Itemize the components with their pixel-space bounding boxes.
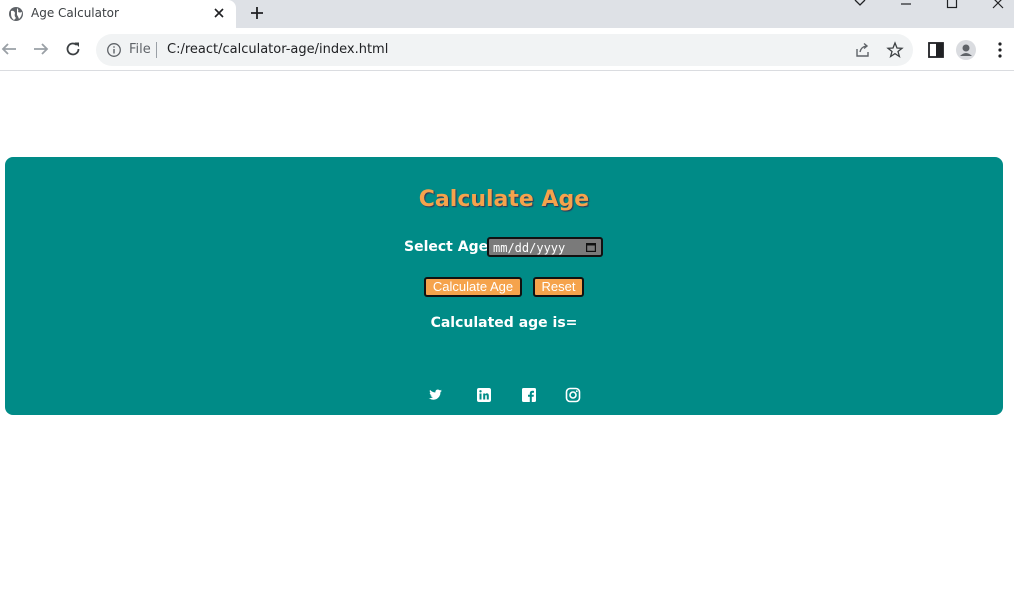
page-title: Calculate Age xyxy=(418,187,590,212)
tab-title: Age Calculator xyxy=(31,6,119,20)
back-icon[interactable] xyxy=(0,40,18,58)
info-icon[interactable] xyxy=(106,42,122,58)
date-placeholder: mm/dd/yyyy xyxy=(493,241,566,255)
address-url[interactable]: C:/react/calculator-age/index.html xyxy=(167,42,388,57)
instagram-icon[interactable] xyxy=(565,387,581,403)
close-tab-icon[interactable] xyxy=(210,4,228,22)
side-panel-icon[interactable] xyxy=(926,40,946,60)
globe-icon xyxy=(9,7,23,21)
maximize-icon[interactable] xyxy=(942,0,962,10)
browser-toolbar: File C:/react/calculator-age/index.html xyxy=(0,28,1014,71)
date-input[interactable]: mm/dd/yyyy xyxy=(487,237,603,257)
result-text: Calculated age is= xyxy=(430,315,578,331)
minimize-icon[interactable] xyxy=(896,0,916,10)
facebook-icon[interactable] xyxy=(521,387,537,403)
address-divider xyxy=(156,42,157,58)
profile-avatar-icon[interactable] xyxy=(956,40,976,60)
chevron-down-icon[interactable] xyxy=(850,0,870,10)
share-icon[interactable] xyxy=(854,41,872,59)
address-bar[interactable]: File C:/react/calculator-age/index.html xyxy=(96,34,913,66)
address-scheme: File xyxy=(129,42,151,57)
linkedin-icon[interactable] xyxy=(476,387,492,403)
browser-tab[interactable]: Age Calculator xyxy=(0,0,236,28)
calculate-age-button[interactable]: Calculate Age xyxy=(424,277,522,297)
reload-icon[interactable] xyxy=(64,40,82,58)
tab-strip: Age Calculator xyxy=(0,0,1014,28)
new-tab-icon[interactable] xyxy=(247,3,267,23)
bookmark-star-icon[interactable] xyxy=(886,41,904,59)
reset-button[interactable]: Reset xyxy=(533,277,584,297)
menu-kebab-icon[interactable] xyxy=(990,40,1010,60)
forward-icon[interactable] xyxy=(32,40,50,58)
twitter-icon[interactable] xyxy=(427,387,443,403)
close-window-icon[interactable] xyxy=(988,0,1008,10)
select-age-label: Select Age xyxy=(404,239,489,255)
calendar-icon[interactable] xyxy=(585,241,597,253)
